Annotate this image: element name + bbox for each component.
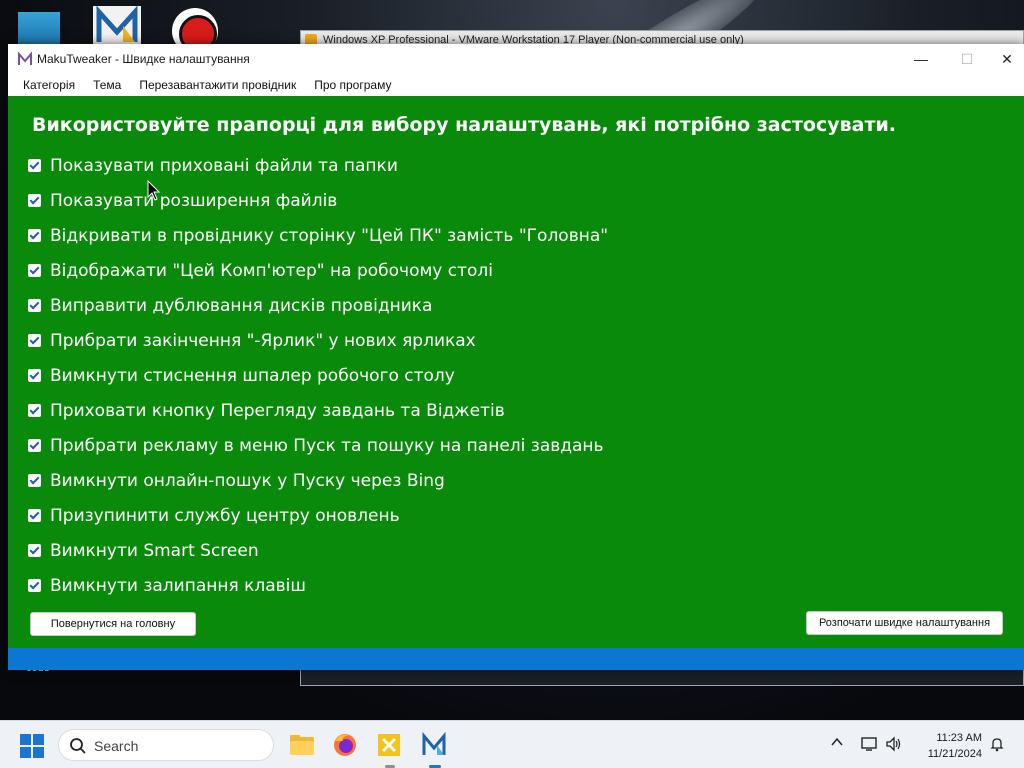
notification-bell-icon[interactable] (988, 735, 1006, 753)
mouse-cursor-icon (147, 180, 161, 201)
network-icon[interactable] (860, 735, 878, 753)
option-label: Вимкнути онлайн-пошук у Пуску через Bing (50, 470, 445, 491)
menu-theme[interactable]: Тема (86, 74, 128, 96)
option-hide-taskview-widgets[interactable]: Приховати кнопку Перегляду завдань та Ві… (28, 393, 608, 428)
makutweaker-desktop-icon[interactable] (93, 5, 141, 48)
option-disable-sticky-keys[interactable]: Вимкнути залипання клавіш (28, 568, 608, 603)
page-heading: Використовуйте прапорці для вибору налаш… (32, 114, 896, 136)
option-disable-bing-search[interactable]: Вимкнути онлайн-пошук у Пуску через Bing (28, 463, 608, 498)
start-quick-setup-button[interactable]: Розпочати швидке налаштування (806, 611, 1003, 635)
system-clock[interactable]: 11:23 AM 11/21/2024 (914, 730, 982, 762)
checkbox[interactable] (28, 544, 41, 557)
option-open-this-pc[interactable]: Відкривати в провіднику сторінку "Цей ПК… (28, 218, 608, 253)
option-remove-shortcut-suffix[interactable]: Прибрати закінчення "-Ярлик" у нових ярл… (28, 323, 608, 358)
checkbox[interactable] (28, 159, 41, 172)
clock-date: 11/21/2024 (927, 748, 982, 760)
checkbox[interactable] (28, 439, 41, 452)
search-icon (70, 738, 86, 754)
option-disable-wallpaper-compression[interactable]: Вимкнути стиснення шпалер робочого столу (28, 358, 608, 393)
checkbox[interactable] (28, 229, 41, 242)
checkbox[interactable] (28, 509, 41, 522)
checkbox[interactable] (28, 369, 41, 382)
option-label: Відображати "Цей Комп'ютер" на робочому … (50, 260, 494, 281)
checkbox[interactable] (28, 334, 41, 347)
option-label: Вимкнути стиснення шпалер робочого столу (50, 365, 455, 386)
makutweaker-icon (18, 52, 32, 65)
taskbar: Search 11:23 AM 11/21/2024 (0, 720, 1024, 768)
checkbox[interactable] (28, 299, 41, 312)
menu-category[interactable]: Категорія (16, 74, 82, 96)
vm-app-icon[interactable] (375, 731, 403, 759)
firefox-icon[interactable] (331, 731, 359, 759)
back-to-home-button[interactable]: Повернутися на головну (30, 612, 196, 636)
option-label: Вимкнути залипання клавіш (50, 575, 306, 596)
option-pause-update-service[interactable]: Призупинити службу центру оновлень (28, 498, 608, 533)
option-label: Показувати розширення файлів (50, 190, 338, 211)
option-label: Прибрати закінчення "-Ярлик" у нових ярл… (50, 330, 476, 351)
option-fix-duplicate-drives[interactable]: Виправити дублювання дисків провідника (28, 288, 608, 323)
option-label: Прибрати рекламу в меню Пуск та пошуку н… (50, 435, 604, 456)
option-label: Приховати кнопку Перегляду завдань та Ві… (50, 400, 505, 421)
quick-setup-panel: Використовуйте прапорці для вибору налаш… (8, 96, 1024, 648)
option-show-extensions[interactable]: Показувати розширення файлів (28, 183, 608, 218)
tray-overflow-chevron-icon[interactable] (830, 735, 844, 768)
makutweaker-icon[interactable] (420, 731, 448, 759)
option-show-hidden-files[interactable]: Показувати приховані файли та папки (28, 148, 608, 183)
search-placeholder: Search (94, 738, 139, 754)
menu-about[interactable]: Про програму (307, 74, 398, 96)
option-label: Відкривати в провіднику сторінку "Цей ПК… (50, 225, 609, 246)
checkbox[interactable] (28, 474, 41, 487)
checkbox[interactable] (28, 579, 41, 592)
menu-bar: Категорія Тема Перезавантажити провідник… (8, 74, 1024, 96)
option-label: Показувати приховані файли та папки (50, 155, 398, 176)
option-label: Вимкнути Smart Screen (50, 540, 259, 561)
window-title: MakuTweaker - Швидке налаштування (37, 52, 250, 66)
option-label: Виправити дублювання дисків провідника (50, 295, 433, 316)
minimize-button[interactable]: — (898, 44, 944, 74)
folder-icon[interactable] (288, 731, 316, 759)
option-label: Призупинити службу центру оновлень (50, 505, 400, 526)
clock-time: 11:23 AM (936, 732, 982, 744)
desktop-app-icon[interactable] (18, 12, 60, 48)
option-disable-smartscreen[interactable]: Вимкнути Smart Screen (28, 533, 608, 568)
checkbox[interactable] (28, 194, 41, 207)
checkbox[interactable] (28, 404, 41, 417)
volume-icon[interactable] (884, 735, 902, 753)
options-list: Показувати приховані файли та папки Пока… (28, 148, 608, 603)
makutweaker-window: MakuTweaker - Швидке налаштування — ☐ ✕ … (8, 44, 1024, 670)
menu-restart-explorer[interactable]: Перезавантажити провідник (132, 74, 303, 96)
maximize-button[interactable]: ☐ (944, 44, 990, 74)
title-bar[interactable]: MakuTweaker - Швидке налаштування — ☐ ✕ (8, 44, 1024, 74)
taskbar-search[interactable]: Search (58, 729, 274, 761)
option-show-computer-desktop[interactable]: Відображати "Цей Комп'ютер" на робочому … (28, 253, 608, 288)
start-button[interactable] (20, 734, 44, 758)
checkbox[interactable] (28, 264, 41, 277)
option-remove-start-ads[interactable]: Прибрати рекламу в меню Пуск та пошуку н… (28, 428, 608, 463)
status-bar (8, 648, 1024, 670)
close-button[interactable]: ✕ (990, 44, 1024, 74)
